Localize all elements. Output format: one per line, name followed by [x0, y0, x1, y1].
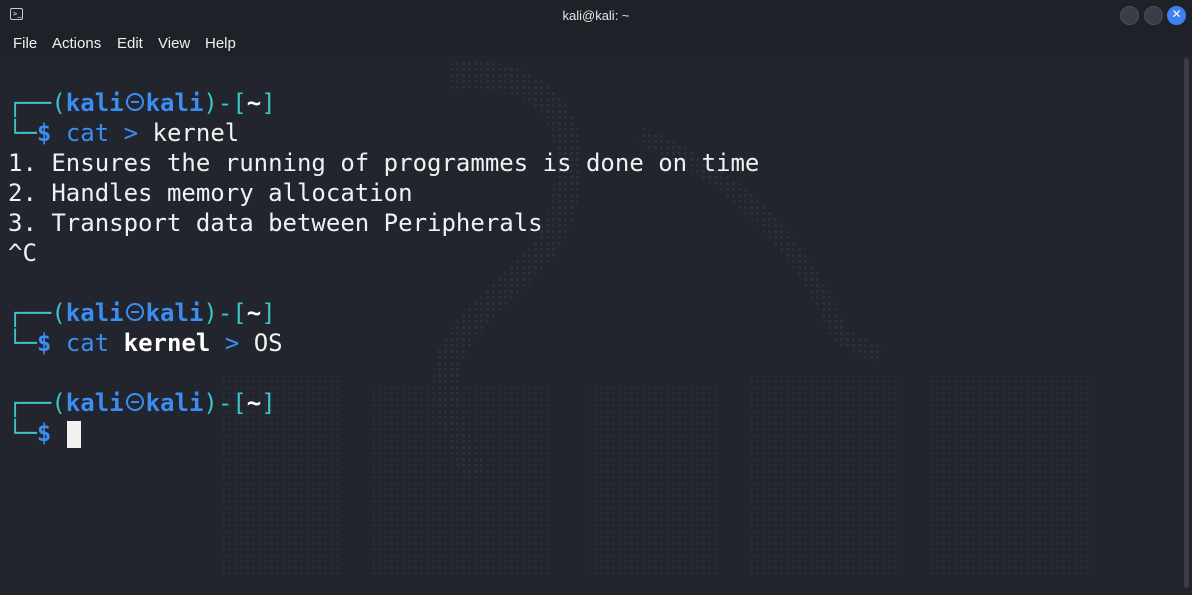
output-line-4: ^C — [8, 239, 37, 267]
output-line-3: 3. Transport data between Peripherals — [8, 209, 543, 237]
maximize-button[interactable] — [1144, 6, 1163, 25]
close-button[interactable]: ✕ — [1167, 6, 1186, 25]
scrollbar-thumb[interactable] — [1184, 58, 1189, 588]
prompt-line-2: ┌──(kali kali)-[~] — [8, 299, 276, 327]
output-line-1: 1. Ensures the running of programmes is … — [8, 149, 760, 177]
terminal-area[interactable]: ┌──(kali kali)-[~] └─$ cat > kernel 1. En… — [0, 56, 1181, 595]
close-icon: ✕ — [1171, 7, 1182, 21]
output-line-2: 2. Handles memory allocation — [8, 179, 413, 207]
command-line-1: └─$ cat > kernel — [8, 119, 240, 147]
menu-file[interactable]: File — [13, 35, 37, 52]
kali-at-icon — [125, 393, 144, 411]
window-title: kali@kali: ~ — [562, 8, 630, 23]
menu-help[interactable]: Help — [205, 35, 236, 52]
prompt-line-3: ┌──(kali kali)-[~] — [8, 389, 276, 417]
text-cursor — [66, 420, 81, 448]
prompt-line-1: ┌──(kali kali)-[~] — [8, 89, 276, 117]
minimize-button[interactable] — [1120, 6, 1139, 25]
menu-actions[interactable]: Actions — [52, 35, 101, 52]
kali-at-icon — [125, 303, 144, 321]
command-line-2: └─$ cat kernel > OS — [8, 329, 283, 357]
command-line-3[interactable]: └─$ — [8, 418, 81, 448]
scrollbar[interactable] — [1181, 56, 1192, 595]
menu-bar: File Actions Edit View Help — [0, 31, 1192, 56]
menu-edit[interactable]: Edit — [117, 35, 143, 52]
title-bar: >_ kali@kali: ~ ✕ — [0, 0, 1192, 31]
menu-view[interactable]: View — [158, 35, 190, 52]
kali-at-icon — [125, 93, 144, 111]
